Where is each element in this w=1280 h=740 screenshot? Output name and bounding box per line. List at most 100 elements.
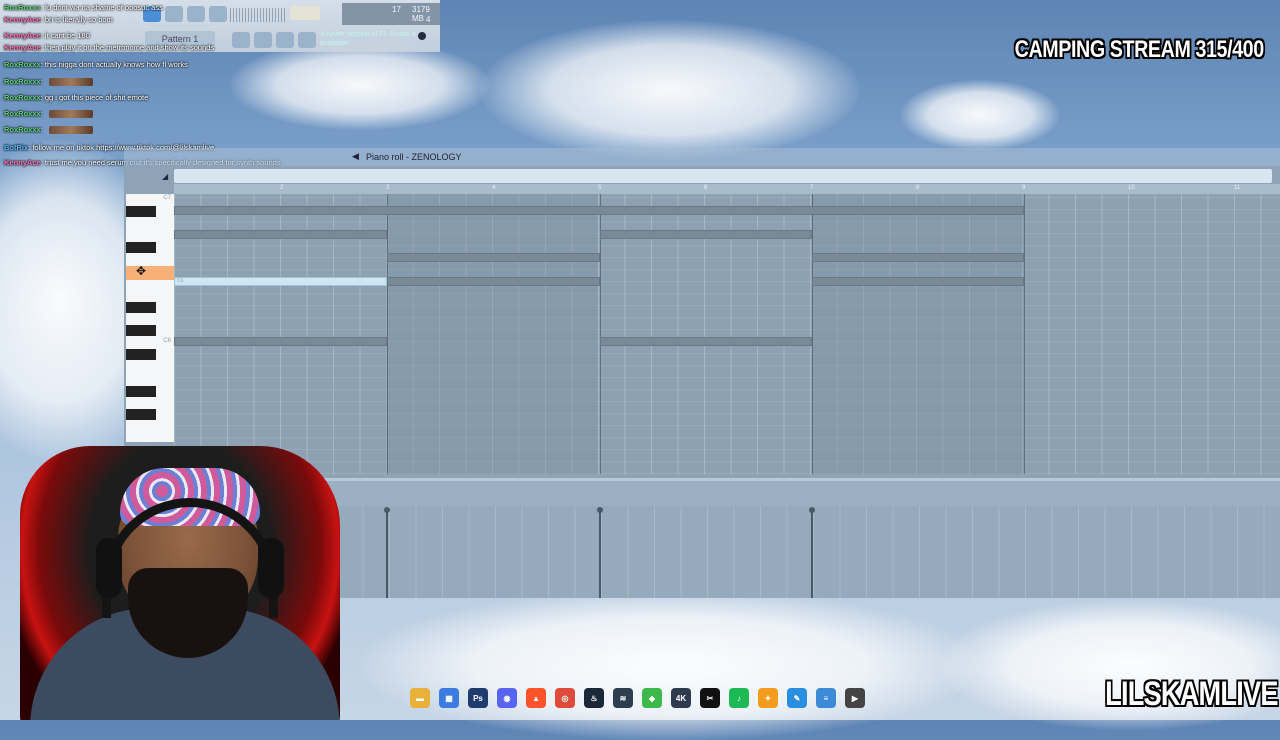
record-icon[interactable]	[187, 6, 205, 22]
chat-separator: :	[40, 77, 45, 86]
velocity-bar[interactable]	[384, 507, 390, 598]
black-key[interactable]	[126, 206, 156, 217]
mixer-icon[interactable]	[254, 32, 272, 48]
steam-icon[interactable]: ♨	[584, 688, 604, 708]
chat-username[interactable]: KennyAce	[4, 43, 41, 52]
snap-icon[interactable]: ◢	[162, 172, 168, 181]
chat-username[interactable]: RoxRoxxx	[4, 60, 41, 69]
file-explorer-icon[interactable]: ▬	[410, 688, 430, 708]
channel-name: LILSKAMLIVE	[1105, 675, 1278, 713]
chat-username[interactable]: RoxRoxxx	[4, 125, 41, 134]
media-player-icon[interactable]: ▶	[845, 688, 865, 708]
bar-separator	[387, 194, 388, 474]
cloud	[480, 20, 860, 160]
channel-rack-icon[interactable]	[232, 32, 250, 48]
chat-username[interactable]: KennyAce	[4, 15, 41, 24]
chat-message: RoxRoxxx: fu dont wa na shame of ooosuc …	[4, 2, 163, 13]
chat-text: gg i got this piece of shit emote	[44, 93, 149, 102]
notepad-icon[interactable]: ≡	[816, 688, 836, 708]
black-key[interactable]	[126, 386, 156, 397]
note[interactable]	[387, 277, 600, 286]
chrome-icon[interactable]: ◎	[555, 688, 575, 708]
stream-title: CAMPING STREAM 315/400	[1014, 36, 1264, 63]
bar-ruler[interactable]: 2 3 4 5 6 7 8 9 10 11	[174, 184, 1280, 194]
cpu-value: 17	[392, 5, 401, 14]
black-key[interactable]	[126, 409, 156, 420]
brave-icon[interactable]: ▲	[526, 688, 546, 708]
chat-message: KennyAce: it cant be 180	[4, 30, 90, 41]
chat-username[interactable]: RoxRoxxx	[4, 109, 41, 118]
chat-username[interactable]: RoxRoxxx	[4, 77, 41, 86]
chat-username[interactable]: RoxRoxxx	[4, 3, 41, 12]
note[interactable]	[812, 277, 1024, 286]
green-app-icon[interactable]: ◆	[642, 688, 662, 708]
chat-username[interactable]: RoxRoxxx	[4, 93, 41, 102]
cloud	[230, 40, 490, 130]
note[interactable]	[174, 206, 1024, 215]
chat-text: bri is literally so bom	[44, 15, 113, 24]
headset-earcup	[258, 538, 284, 598]
note[interactable]	[387, 253, 600, 262]
bar-shade	[386, 194, 598, 474]
notice-close-icon[interactable]	[418, 32, 426, 40]
bar-number: 4	[492, 185, 496, 191]
bar-number: 9	[1022, 185, 1026, 191]
headset-earcup	[96, 538, 122, 598]
chat-username[interactable]: KennyAce	[4, 158, 41, 167]
bar-number: 2	[280, 185, 284, 191]
velocity-bar[interactable]	[809, 507, 815, 598]
velocity-bar[interactable]	[597, 507, 603, 598]
piano-roll-titlebar[interactable]: ◀ Piano roll - ZENOLOGY	[124, 148, 1280, 166]
discord-icon[interactable]: ◉	[497, 688, 517, 708]
wifi-app-icon[interactable]: ≋	[613, 688, 633, 708]
chat-emote	[48, 110, 93, 119]
bar-number: 3	[386, 185, 390, 191]
note[interactable]	[812, 253, 1024, 262]
note[interactable]	[600, 230, 812, 239]
note[interactable]	[174, 337, 387, 346]
fl-studio-icon[interactable]: ✦	[758, 688, 778, 708]
taskbar: ▬ ▦ Ps ◉ ▲ ◎ ♨ ≋ ◆ 4K ✂ ♪ ✦ ✎ ≡ ▶	[410, 688, 865, 708]
store-icon[interactable]: ▦	[439, 688, 459, 708]
capcut-icon[interactable]: ✂	[700, 688, 720, 708]
photoshop-icon[interactable]: Ps	[468, 688, 488, 708]
bar-number: 10	[1128, 185, 1135, 191]
selected-note[interactable]	[174, 277, 387, 286]
chat-emote	[48, 126, 93, 135]
resize-cursor-icon: ✥	[136, 264, 147, 278]
bar-separator	[1024, 194, 1025, 474]
chat-username[interactable]: KennyAce	[4, 31, 41, 40]
piano-roll-title: Piano roll - ZENOLOGY	[366, 152, 462, 162]
selected-key[interactable]	[126, 266, 174, 280]
black-key[interactable]	[126, 325, 156, 336]
speaker-icon[interactable]: ◀	[352, 151, 359, 162]
bar-number: 7	[810, 185, 814, 191]
spotify-icon[interactable]: ♪	[729, 688, 749, 708]
update-notice[interactable]: A newer version of FL Studio is availabl…	[320, 30, 430, 48]
stop-icon[interactable]	[165, 6, 183, 22]
bar-number: 6	[704, 185, 708, 191]
chat-separator: :	[40, 109, 45, 118]
chat-message: KennyAce: bri is literally so bom	[4, 14, 113, 25]
chat-username[interactable]: BotRix	[4, 143, 28, 152]
webcam-feed	[0, 438, 340, 720]
paint-icon[interactable]: ✎	[787, 688, 807, 708]
loop-icon[interactable]	[209, 6, 227, 22]
chat-separator: :	[40, 125, 45, 134]
note-grid[interactable]	[174, 194, 1280, 474]
cpu-monitor: 17 3179 MB 4	[342, 3, 440, 25]
piano-keyboard[interactable]: C7 C6 ✥	[126, 194, 174, 442]
tempo-slider[interactable]	[290, 6, 320, 20]
4k-downloader-icon[interactable]: 4K	[671, 688, 691, 708]
note[interactable]	[600, 337, 812, 346]
bar-number: 11	[1234, 185, 1241, 191]
timeline-scrollbar[interactable]	[174, 169, 1272, 183]
cloud	[360, 590, 980, 740]
black-key[interactable]	[126, 349, 156, 360]
note[interactable]	[174, 230, 387, 239]
browser-icon[interactable]	[276, 32, 294, 48]
black-key[interactable]	[126, 242, 156, 253]
black-key[interactable]	[126, 302, 156, 313]
chat-message: KennyAce: then play it on the metronome …	[4, 42, 214, 53]
plugin-icon[interactable]	[298, 32, 316, 48]
